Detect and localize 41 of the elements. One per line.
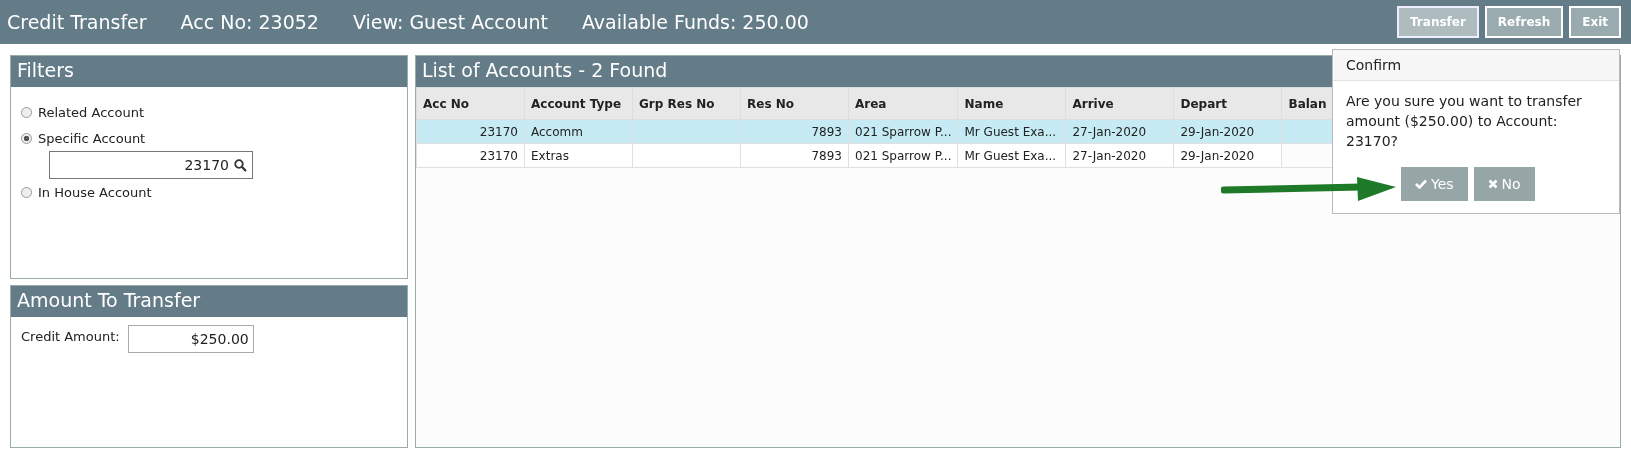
radio-button[interactable] [21, 132, 32, 144]
check-icon [1415, 179, 1427, 189]
table-cell: 27-Jan-2020 [1066, 119, 1174, 144]
radio-label: Specific Account [38, 130, 146, 146]
table-cell: 23170 [416, 143, 525, 168]
credit-amount-field[interactable]: $250.00 [127, 325, 254, 353]
radio-button[interactable] [21, 106, 32, 118]
radio-button[interactable] [21, 186, 32, 198]
field-label: Credit Amount: [21, 329, 120, 344]
table-cell: Extras [524, 143, 633, 168]
panel-header: Amount To Transfer [11, 286, 407, 317]
table-cell: Mr Guest Exa... [958, 119, 1066, 144]
popover-title: Confirm [1333, 50, 1619, 81]
column-header[interactable]: Arrive [1066, 87, 1174, 120]
header-info: Acc No: 23052 [180, 11, 319, 33]
table-cell: 29-Jan-2020 [1174, 143, 1282, 168]
table-cell: Mr Guest Exa... [958, 143, 1066, 168]
table-cell: Accomm [524, 119, 633, 144]
account-search-field[interactable]: 23170 [49, 151, 253, 179]
column-header[interactable]: Grp Res No [632, 87, 741, 120]
column-header[interactable]: Name [958, 87, 1066, 120]
column-header[interactable]: Area [848, 87, 958, 120]
page-title: Credit Transfer [7, 11, 147, 33]
table-cell: 23170 [416, 119, 525, 144]
header-info: View: Guest Account [352, 11, 548, 33]
column-header[interactable]: Res No [740, 87, 849, 120]
table-cell: 7893 [740, 119, 849, 144]
table-cell: 27-Jan-2020 [1066, 143, 1174, 168]
column-header[interactable]: Account Type [524, 87, 633, 120]
panel-header: Filters [11, 56, 407, 87]
close-icon [1487, 179, 1498, 189]
radio-label: In House Account [38, 184, 152, 200]
column-header[interactable]: Depart [1174, 87, 1282, 120]
search-icon [234, 158, 247, 172]
table-cell: 021 Sparrow P... [848, 119, 958, 144]
table-cell: 7893 [740, 143, 849, 168]
column-header[interactable]: Acc No [416, 87, 525, 120]
table-cell: 021 Sparrow P... [848, 143, 958, 168]
header-info: Available Funds: 250.00 [581, 11, 809, 33]
radio-label: Related Account [38, 104, 144, 120]
table-cell: 29-Jan-2020 [1174, 119, 1282, 144]
